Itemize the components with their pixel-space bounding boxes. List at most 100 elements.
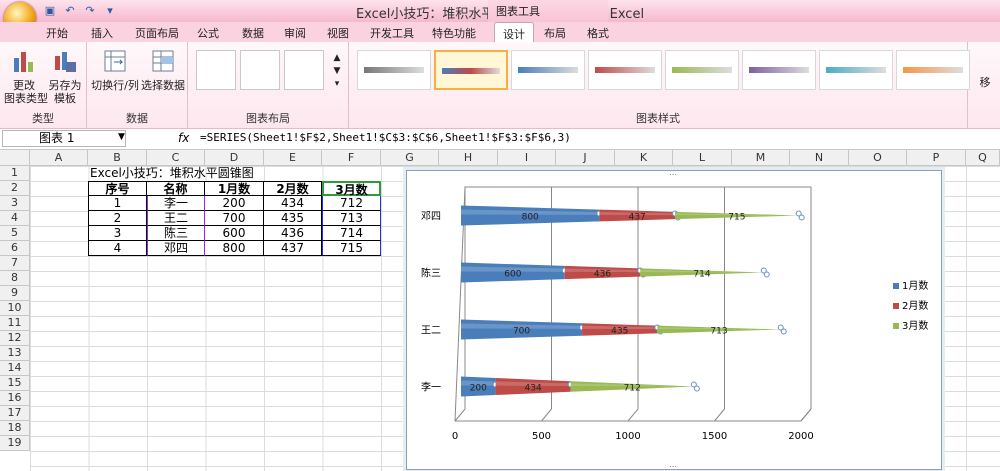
row-header-8[interactable]: 8: [0, 271, 30, 286]
table-cell[interactable]: 435: [264, 211, 322, 226]
customize-qat-icon[interactable]: ▾: [102, 3, 118, 19]
column-header-L[interactable]: L: [673, 150, 732, 166]
column-header-N[interactable]: N: [790, 150, 849, 166]
tab-format[interactable]: 格式: [587, 25, 609, 41]
select-data-button[interactable]: 选择数据: [141, 48, 185, 92]
fx-icon[interactable]: fx: [178, 131, 189, 145]
table-cell[interactable]: 1: [88, 196, 147, 211]
row-header-17[interactable]: 17: [0, 406, 30, 421]
row-header-1[interactable]: 1: [0, 166, 30, 181]
table-cell[interactable]: 3: [88, 226, 147, 241]
layout-2-button[interactable]: [240, 50, 280, 90]
table-cell[interactable]: 700: [205, 211, 264, 226]
row-header-5[interactable]: 5: [0, 226, 30, 241]
row-header-6[interactable]: 6: [0, 241, 30, 256]
save-template-button[interactable]: 另存为 模板: [46, 48, 84, 105]
table-cell[interactable]: 2: [88, 211, 147, 226]
row-header-19[interactable]: 19: [0, 436, 30, 451]
column-header-Q[interactable]: Q: [966, 150, 1000, 166]
layout-3-button[interactable]: [284, 50, 324, 90]
column-header-B[interactable]: B: [88, 150, 147, 166]
table-cell[interactable]: 712: [322, 196, 381, 211]
row-header-11[interactable]: 11: [0, 316, 30, 331]
table-cell[interactable]: 714: [322, 226, 381, 241]
formula-input[interactable]: =SERIES(Sheet1!$F$2,Sheet1!$C$3:$C$6,She…: [200, 131, 571, 144]
column-header-J[interactable]: J: [556, 150, 615, 166]
table-cell[interactable]: 437: [264, 241, 322, 256]
table-cell[interactable]: 陈三: [147, 226, 205, 241]
chart-style-5[interactable]: [665, 50, 739, 90]
column-header-A[interactable]: A: [30, 150, 88, 166]
name-box[interactable]: 图表 1: [2, 130, 126, 147]
chart-area[interactable]: 0 500 1000 1500 2000 李一 200 434 712 王二 700 435 713 陈三…: [406, 170, 942, 471]
column-header-I[interactable]: I: [498, 150, 556, 166]
save-icon[interactable]: ▣: [42, 3, 58, 19]
row-header-4[interactable]: 4: [0, 211, 30, 226]
tab-home[interactable]: 开始: [46, 25, 68, 41]
layout-more-icon[interactable]: ▲ ▼ ▾: [330, 52, 344, 91]
redo-icon[interactable]: ↷: [82, 3, 98, 19]
row-header-15[interactable]: 15: [0, 376, 30, 391]
row-header-2[interactable]: 2: [0, 181, 30, 196]
table-header-cell[interactable]: 3月数: [322, 181, 381, 197]
tab-review[interactable]: 审阅: [284, 25, 306, 41]
table-header-cell[interactable]: 名称: [147, 181, 205, 196]
tab-view[interactable]: 视图: [327, 25, 349, 41]
chart-style-7[interactable]: [819, 50, 893, 90]
column-header-D[interactable]: D: [205, 150, 264, 166]
table-cell[interactable]: 200: [205, 196, 264, 211]
layout-1-button[interactable]: [196, 50, 236, 90]
table-cell[interactable]: 713: [322, 211, 381, 226]
row-header-3[interactable]: 3: [0, 196, 30, 211]
row-header-18[interactable]: 18: [0, 421, 30, 436]
row-header-9[interactable]: 9: [0, 286, 30, 301]
switch-row-column-button[interactable]: 切换行/列: [91, 48, 139, 92]
chart-style-3[interactable]: [511, 50, 585, 90]
name-box-dropdown-icon[interactable]: ▼: [118, 132, 125, 142]
table-header-cell[interactable]: 2月数: [264, 181, 322, 196]
row-header-10[interactable]: 10: [0, 301, 30, 316]
tab-developer[interactable]: 开发工具: [370, 25, 414, 41]
row-header-16[interactable]: 16: [0, 391, 30, 406]
table-cell[interactable]: 邓四: [147, 241, 205, 256]
tab-features[interactable]: 特色功能: [432, 25, 476, 41]
table-cell[interactable]: 434: [264, 196, 322, 211]
change-chart-type-button[interactable]: 更改 图表类型: [4, 48, 48, 105]
column-header-E[interactable]: E: [264, 150, 322, 166]
column-header-G[interactable]: G: [381, 150, 439, 166]
chart-style-6[interactable]: [742, 50, 816, 90]
column-header-H[interactable]: H: [439, 150, 498, 166]
tab-formulas[interactable]: 公式: [197, 25, 219, 41]
chart-style-2[interactable]: [434, 50, 508, 90]
table-header-cell[interactable]: 序号: [88, 181, 147, 196]
table-cell[interactable]: 715: [322, 241, 381, 256]
select-all-corner[interactable]: [0, 150, 30, 166]
row-header-7[interactable]: 7: [0, 256, 30, 271]
column-header-F[interactable]: F: [322, 150, 381, 166]
chart-style-8[interactable]: [896, 50, 970, 90]
chart-style-4[interactable]: [588, 50, 662, 90]
column-header-P[interactable]: P: [907, 150, 966, 166]
table-cell[interactable]: 800: [205, 241, 264, 256]
row-header-12[interactable]: 12: [0, 331, 30, 346]
tab-design[interactable]: 设计: [494, 22, 534, 42]
column-header-K[interactable]: K: [615, 150, 673, 166]
table-cell[interactable]: 李一: [147, 196, 205, 211]
undo-icon[interactable]: ↶: [62, 3, 78, 19]
tab-insert[interactable]: 插入: [91, 25, 113, 41]
tab-data[interactable]: 数据: [242, 25, 264, 41]
column-header-M[interactable]: M: [732, 150, 790, 166]
column-header-C[interactable]: C: [147, 150, 205, 166]
table-cell[interactable]: 4: [88, 241, 147, 256]
row-header-14[interactable]: 14: [0, 361, 30, 376]
move-chart-button[interactable]: 移: [972, 76, 998, 89]
table-cell[interactable]: 王二: [147, 211, 205, 226]
row-header-13[interactable]: 13: [0, 346, 30, 361]
column-header-O[interactable]: O: [849, 150, 907, 166]
table-cell[interactable]: 600: [205, 226, 264, 241]
tab-page-layout[interactable]: 页面布局: [135, 25, 179, 41]
chart-style-1[interactable]: [357, 50, 431, 90]
tab-layout[interactable]: 布局: [544, 25, 566, 41]
table-cell[interactable]: 436: [264, 226, 322, 241]
table-header-cell[interactable]: 1月数: [205, 181, 264, 196]
